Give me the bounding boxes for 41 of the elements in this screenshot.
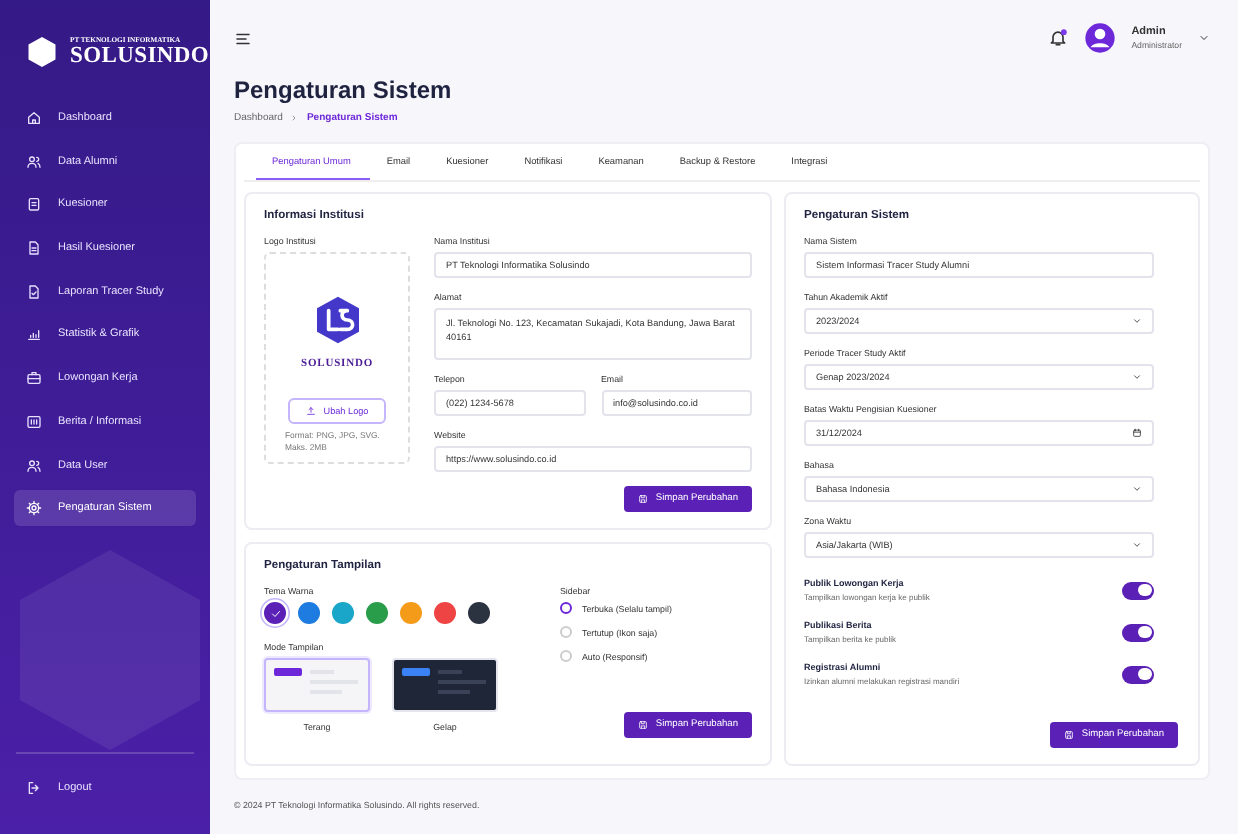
page-title: Pengaturan Sistem bbox=[234, 76, 454, 104]
chevron-down-icon bbox=[1132, 484, 1142, 494]
check-icon bbox=[269, 607, 281, 619]
color-swatch[interactable] bbox=[468, 602, 490, 624]
calendar-icon bbox=[1132, 428, 1142, 438]
toggle-switch[interactable] bbox=[1122, 623, 1154, 641]
save-icon bbox=[637, 720, 648, 730]
clipboard-icon bbox=[26, 196, 42, 213]
toggle-switch[interactable] bbox=[1122, 581, 1154, 599]
save-icon bbox=[1063, 730, 1074, 740]
color-swatch[interactable] bbox=[434, 602, 456, 624]
chevron-down-icon bbox=[1132, 372, 1142, 382]
chevron-down-icon bbox=[1132, 540, 1142, 550]
color-swatch[interactable] bbox=[400, 602, 422, 624]
chevron-down-icon bbox=[1132, 316, 1142, 326]
hexagon-logo-icon bbox=[24, 32, 60, 72]
dark-mode-preview[interactable] bbox=[392, 658, 498, 712]
bell-icon[interactable] bbox=[1047, 28, 1068, 48]
brand-name: SOLUSINDO bbox=[70, 44, 210, 68]
document-icon bbox=[26, 283, 42, 300]
home-icon bbox=[26, 110, 42, 126]
save-icon bbox=[637, 494, 648, 504]
briefcase-icon bbox=[26, 370, 42, 387]
chart-icon bbox=[26, 326, 42, 343]
document-icon bbox=[26, 240, 42, 257]
users-icon bbox=[26, 457, 42, 473]
color-swatch[interactable] bbox=[366, 602, 388, 624]
avatar-icon[interactable] bbox=[1083, 22, 1116, 54]
newspaper-icon bbox=[26, 413, 42, 430]
chevron-down-icon[interactable] bbox=[1198, 32, 1210, 44]
color-swatch[interactable] bbox=[264, 602, 286, 624]
color-swatch[interactable] bbox=[332, 602, 354, 624]
menu-icon[interactable] bbox=[234, 29, 252, 47]
toggle-switch[interactable] bbox=[1122, 665, 1154, 683]
light-mode-preview[interactable] bbox=[264, 658, 370, 712]
gear-icon bbox=[26, 500, 42, 517]
radio-button[interactable] bbox=[560, 602, 572, 614]
color-swatch[interactable] bbox=[298, 602, 320, 624]
upload-icon bbox=[305, 406, 316, 416]
logout-icon bbox=[26, 780, 42, 797]
users-icon bbox=[26, 153, 42, 170]
